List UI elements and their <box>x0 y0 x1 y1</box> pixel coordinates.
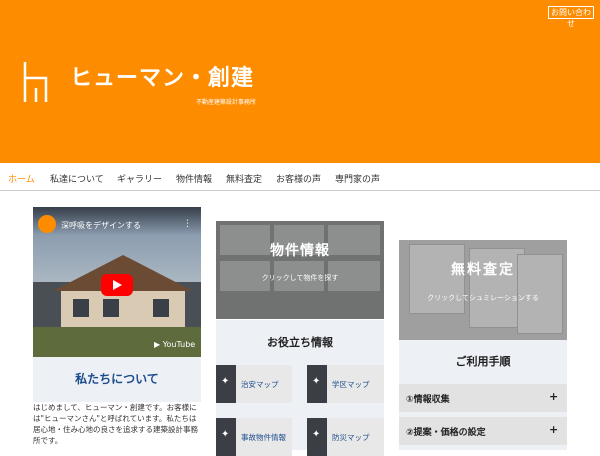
nav-item-gallery[interactable]: ギャラリー <box>117 172 162 185</box>
estimate-subtitle[interactable]: クリックしてシュミレーションする <box>399 293 567 303</box>
channel-logo-icon[interactable] <box>38 215 56 233</box>
play-icon[interactable] <box>101 274 133 296</box>
site-header: お問い合わせ ヒューマン・創建 不動産建築設計事務所 <box>0 0 600 163</box>
crime-map-label: 治安マップ <box>241 380 279 389</box>
school-map-button[interactable]: 学区マップ <box>307 365 384 403</box>
nav-item-expert-voice[interactable]: 専門家の声 <box>335 172 380 185</box>
video-window <box>103 299 119 317</box>
sparkle-icon <box>307 418 327 456</box>
nav-item-customer-voice[interactable]: お客様の声 <box>276 172 321 185</box>
video-window <box>153 299 169 317</box>
accident-property-label: 事故物件情報 <box>241 433 286 442</box>
sparkle-icon <box>307 365 327 403</box>
nav-item-home[interactable]: ホーム <box>8 172 35 185</box>
accident-property-button[interactable]: 事故物件情報 <box>216 418 292 456</box>
procedure-step-2[interactable]: ②提案・価格の設定 + <box>399 417 567 445</box>
estimate-banner[interactable] <box>399 240 567 340</box>
disaster-map-button[interactable]: 防災マップ <box>307 418 384 456</box>
property-overlay <box>216 221 384 319</box>
video-window <box>73 299 89 317</box>
youtube-video[interactable]: 深呼吸をデザインする ⋮ ▶ YouTube <box>33 207 201 357</box>
plus-icon[interactable]: + <box>549 423 558 436</box>
crime-map-button[interactable]: 治安マップ <box>216 365 292 403</box>
plus-icon[interactable]: + <box>549 390 558 403</box>
useful-info-title: お役立ち情報 <box>267 336 333 349</box>
estimate-title[interactable]: 無料査定 <box>399 259 567 279</box>
property-subtitle[interactable]: クリックして物件を探す <box>216 273 384 283</box>
nav-item-about[interactable]: 私達について <box>50 172 104 185</box>
procedure-step-2-label: ②提案・価格の設定 <box>406 428 486 438</box>
nav-item-properties[interactable]: 物件情報 <box>176 172 212 185</box>
estimate-overlay <box>399 240 567 340</box>
school-map-label: 学区マップ <box>332 380 370 389</box>
site-title[interactable]: ヒューマン・創建 <box>70 60 254 92</box>
procedure-step-1[interactable]: ①情報収集 + <box>399 384 567 412</box>
property-banner[interactable] <box>216 221 384 319</box>
main-nav: ホーム 私達について ギャラリー 物件情報 無料査定 お客様の声 専門家の声 <box>0 163 600 191</box>
video-title[interactable]: 深呼吸をデザインする <box>61 220 141 231</box>
video-menu-icon[interactable]: ⋮ <box>183 219 192 229</box>
property-title[interactable]: 物件情報 <box>216 240 384 260</box>
sparkle-icon <box>216 365 236 403</box>
disaster-map-label: 防災マップ <box>332 433 370 442</box>
about-title[interactable]: 私たちについて <box>33 370 201 387</box>
youtube-logo-icon[interactable]: ▶ YouTube <box>154 340 195 349</box>
site-tagline: 不動産建築設計事務所 <box>196 99 257 106</box>
sparkle-icon <box>216 418 236 456</box>
nav-item-free-estimate[interactable]: 無料査定 <box>226 172 262 185</box>
about-text: はじめまして、ヒューマン・創建です。お客様には"ヒューマンさん"と呼ばれています… <box>33 402 201 450</box>
contact-button[interactable]: お問い合わせ <box>548 6 594 28</box>
logo-icon[interactable] <box>22 60 50 104</box>
procedure-title: ご利用手順 <box>455 355 511 368</box>
procedure-step-1-label: ①情報収集 <box>406 395 450 405</box>
